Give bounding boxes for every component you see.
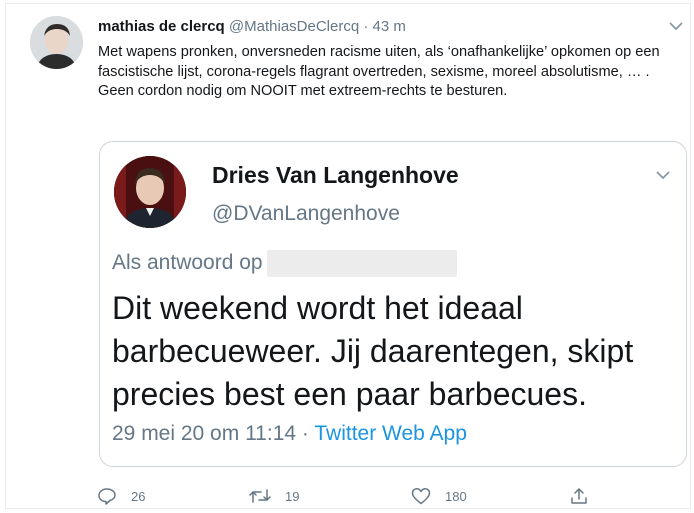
meta-separator: · (301, 422, 309, 445)
author-handle[interactable]: @MathiasDeClercq (229, 18, 359, 35)
quoted-tweet-text: Dit weekend wordt het ideaal barbecuewee… (112, 290, 634, 412)
header-separator: · (363, 18, 369, 35)
quoted-author-name[interactable]: Dries Van Langenhove (212, 162, 459, 189)
tweet-time[interactable]: 43 m (373, 18, 406, 35)
redacted-reply-target (266, 250, 457, 277)
author-name[interactable]: mathias de clercq (98, 18, 225, 35)
retweet-icon (249, 487, 271, 505)
tweet-text: Met wapens pronken, onversneden racisme … (98, 44, 660, 99)
tweet-card: mathias de clercq @MathiasDeClercq · 43 … (5, 3, 691, 509)
reply-context: Als antwoord op (112, 250, 457, 277)
retweet-count: 19 (285, 488, 300, 504)
like-icon (411, 487, 431, 505)
quoted-author-avatar[interactable] (114, 156, 186, 228)
tweet-actions: 26 19 180 (97, 485, 597, 507)
reply-button[interactable]: 26 (97, 485, 145, 507)
share-button[interactable] (570, 485, 588, 507)
reply-count: 26 (131, 488, 146, 504)
quoted-tweet-meta: 29 mei 20 om 11:14 · Twitter Web App (112, 422, 467, 446)
reply-prefix: Als antwoord op (112, 251, 263, 275)
author-avatar[interactable] (30, 16, 83, 69)
like-button[interactable]: 180 (411, 485, 467, 507)
quoted-author-handle[interactable]: @DVanLangenhove (212, 202, 400, 226)
quoted-tweet-date[interactable]: 29 mei 20 om 11:14 (112, 422, 296, 445)
quoted-tweet[interactable]: Dries Van Langenhove @DVanLangenhove Als… (99, 141, 687, 467)
reply-icon (97, 487, 117, 505)
tweet-header: mathias de clercq @MathiasDeClercq · 43 … (98, 18, 406, 35)
like-count: 180 (445, 488, 467, 504)
chevron-down-icon[interactable] (666, 18, 686, 34)
share-icon (570, 487, 588, 505)
chevron-down-icon[interactable] (653, 167, 673, 183)
retweet-button[interactable]: 19 (249, 485, 299, 507)
quoted-tweet-source[interactable]: Twitter Web App (314, 422, 467, 445)
